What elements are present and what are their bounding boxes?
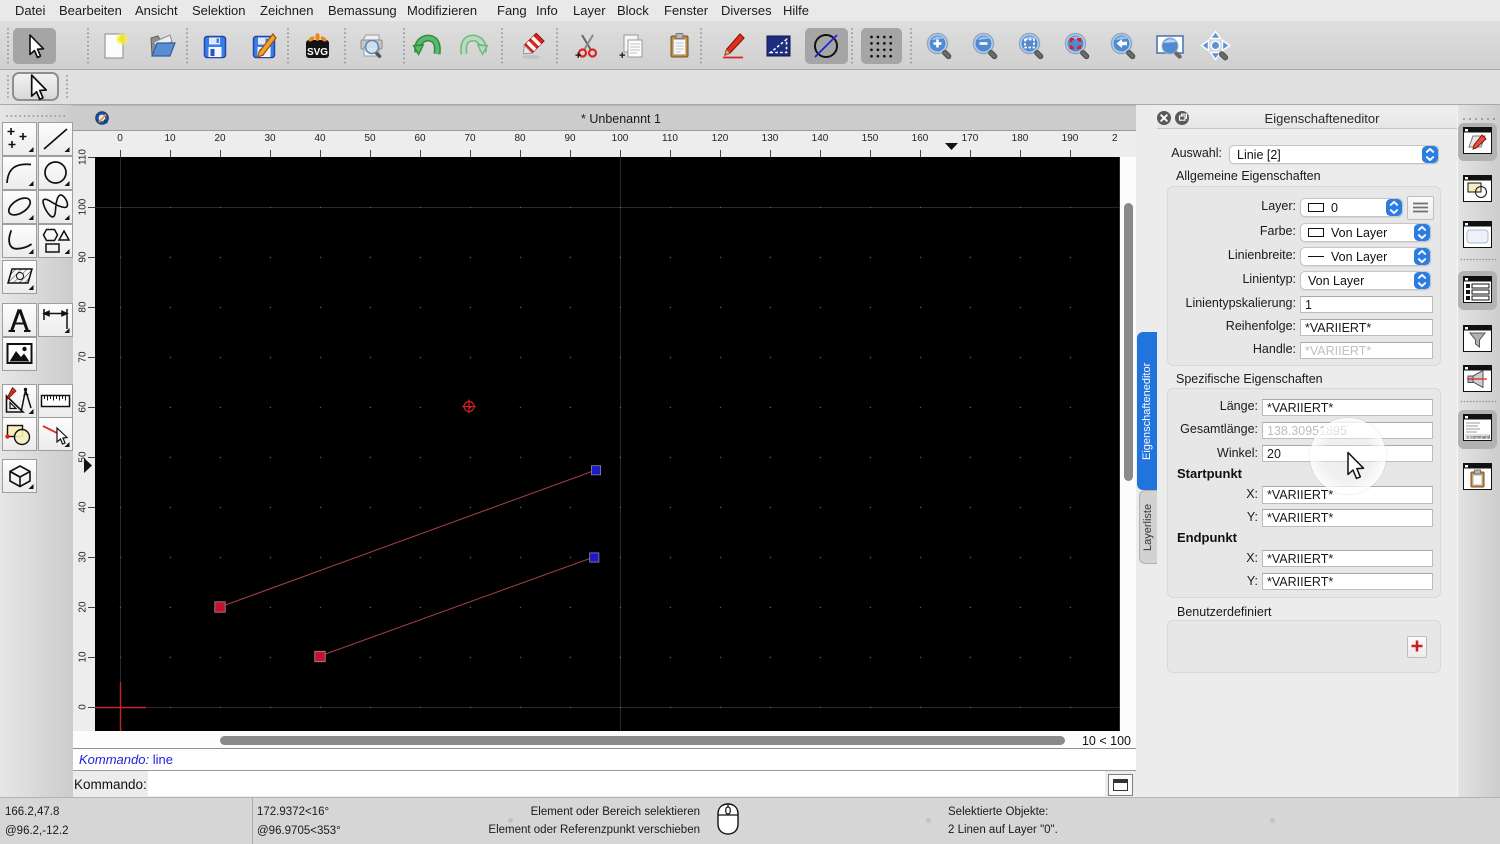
svg-text:+: + (619, 50, 625, 62)
svg-text:c command: c command (1467, 435, 1491, 440)
svg-text:+: + (575, 50, 581, 62)
svg-text:SVG: SVG (307, 47, 328, 58)
